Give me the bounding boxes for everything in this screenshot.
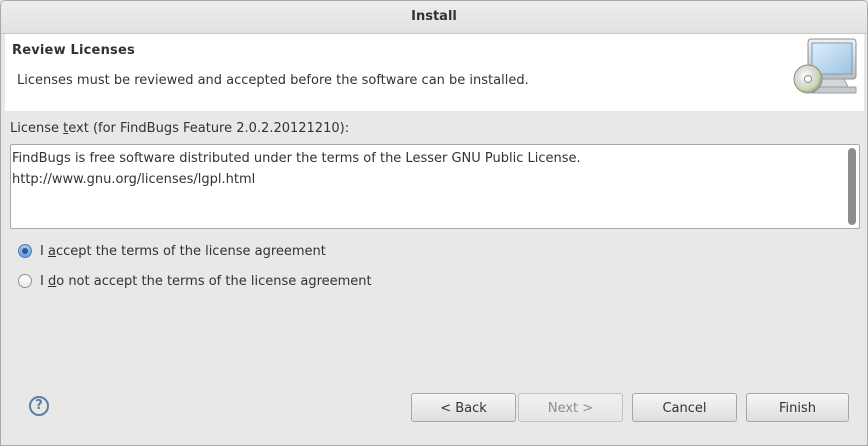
decline-license-option[interactable]: I do not accept the terms of the license… bbox=[18, 271, 372, 291]
header-banner: Review Licenses Licenses must be reviewe… bbox=[5, 34, 864, 111]
accept-license-option[interactable]: I accept the terms of the license agreem… bbox=[18, 241, 326, 261]
decline-radio-button[interactable] bbox=[18, 274, 32, 288]
license-text: FindBugs is free software distributed un… bbox=[12, 151, 581, 187]
license-text-area[interactable]: FindBugs is free software distributed un… bbox=[10, 144, 860, 229]
decline-radio-label[interactable]: I do not accept the terms of the license… bbox=[40, 274, 372, 289]
page-description: Licenses must be reviewed and accepted b… bbox=[17, 73, 529, 88]
install-computer-cd-icon bbox=[793, 38, 857, 94]
cancel-button[interactable]: Cancel bbox=[632, 393, 737, 422]
license-text-label: License text (for FindBugs Feature 2.0.2… bbox=[10, 121, 350, 136]
back-button[interactable]: < Back bbox=[411, 393, 516, 422]
accept-radio-button[interactable] bbox=[18, 244, 32, 258]
license-scrollbar[interactable] bbox=[846, 146, 858, 227]
title-bar[interactable]: Install bbox=[1, 1, 867, 34]
next-button[interactable]: Next > bbox=[518, 393, 623, 422]
window-title: Install bbox=[411, 9, 457, 24]
accept-radio-label[interactable]: I accept the terms of the license agreem… bbox=[40, 244, 326, 259]
page-title: Review Licenses bbox=[12, 43, 135, 58]
license-scrollbar-thumb[interactable] bbox=[848, 148, 856, 225]
install-dialog: Install Review Licenses Licenses must be… bbox=[0, 0, 868, 446]
finish-button[interactable]: Finish bbox=[746, 393, 849, 422]
help-icon[interactable]: ? bbox=[29, 396, 49, 416]
